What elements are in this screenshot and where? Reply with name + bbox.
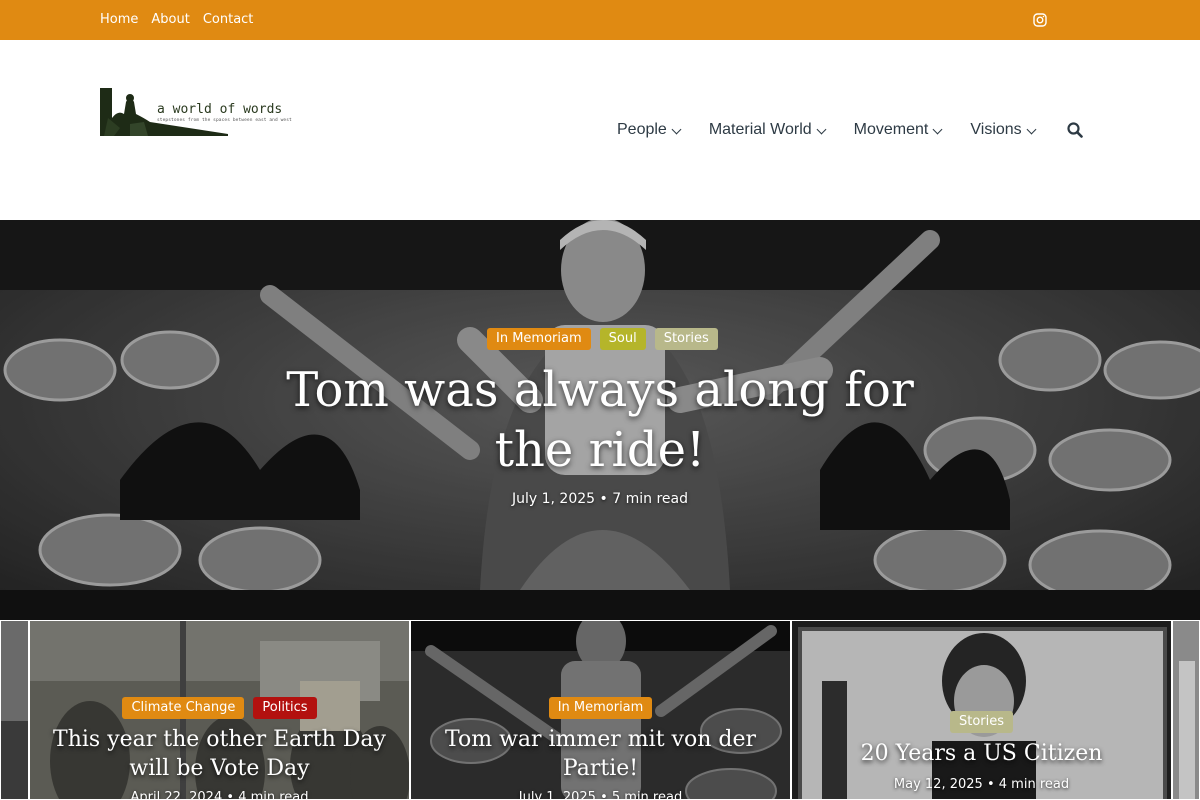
card-title[interactable]: This year the other Earth Day will be Vo… — [50, 725, 389, 783]
logo-tagline: stepstones from the spaces between east … — [157, 118, 292, 123]
carousel-prev-sliver[interactable] — [0, 620, 29, 800]
nav-item-label: Material World — [708, 121, 812, 138]
read-time: 4 min read — [238, 790, 309, 800]
tag-soul[interactable]: Soul — [599, 328, 646, 350]
card-title[interactable]: 20 Years a US Citizen — [812, 739, 1151, 768]
post-date: July 1, 2025 — [518, 790, 596, 800]
main-nav: People Material World Movement Visions — [617, 121, 1064, 139]
meta-separator: • — [226, 790, 239, 800]
logo-title: a world of words — [157, 102, 283, 117]
tag-climate-change[interactable]: Climate Change — [122, 697, 245, 719]
card-meta: July 1, 2025 • 5 min read — [411, 790, 790, 800]
post-card[interactable]: Climate Change Politics This year the ot… — [29, 620, 410, 800]
meta-separator: • — [986, 777, 999, 792]
post-carousel: Climate Change Politics This year the ot… — [0, 620, 1200, 800]
chevron-down-icon — [1026, 124, 1037, 134]
card-tags: In Memoriam — [411, 697, 790, 719]
top-link-contact[interactable]: Contact — [203, 12, 254, 27]
card-title[interactable]: Tom war immer mit von der Partie! — [431, 725, 770, 783]
meta-separator: • — [600, 790, 612, 800]
chevron-down-icon — [816, 124, 827, 134]
nav-item-material-world[interactable]: Material World — [708, 121, 827, 139]
site-logo[interactable]: a world of words stepstones from the spa… — [100, 88, 292, 136]
card-overlay — [792, 621, 1171, 799]
top-links: Home About Contact — [100, 12, 253, 27]
nav-item-visions[interactable]: Visions — [970, 121, 1037, 139]
card-meta: April 22, 2024 • 4 min read — [30, 790, 409, 800]
top-link-home[interactable]: Home — [100, 12, 138, 27]
nav-item-label: Movement — [853, 121, 929, 138]
tag-in-memoriam[interactable]: In Memoriam — [487, 328, 591, 350]
tag-stories[interactable]: Stories — [949, 711, 1014, 733]
post-date: April 22, 2024 — [130, 790, 223, 800]
post-date: May 12, 2025 — [893, 777, 983, 792]
hero-title[interactable]: Tom was always along for the ride! — [250, 360, 950, 480]
nav-item-label: Visions — [970, 121, 1022, 138]
read-time: 4 min read — [998, 777, 1070, 792]
card-tags: Climate Change Politics — [30, 697, 409, 719]
instagram-icon[interactable] — [1033, 13, 1047, 27]
post-card[interactable]: Stories 20 Years a US Citizen May 12, 20… — [791, 620, 1172, 800]
nav-item-label: People — [617, 121, 667, 138]
post-date: July 1, 2025 — [512, 491, 596, 507]
top-bar: Home About Contact — [0, 0, 1200, 40]
site-header: a world of words stepstones from the spa… — [0, 40, 1200, 220]
post-card[interactable]: In Memoriam Tom war immer mit von der Pa… — [410, 620, 791, 800]
hero-featured-post[interactable]: In Memoriam Soul Stories Tom was always … — [0, 220, 1200, 620]
card-meta: May 12, 2025 • 4 min read — [792, 777, 1171, 792]
top-link-about[interactable]: About — [151, 12, 189, 27]
chevron-down-icon — [932, 124, 943, 134]
chevron-down-icon — [671, 124, 682, 134]
read-time: 5 min read — [611, 790, 683, 800]
tag-in-memoriam[interactable]: In Memoriam — [548, 697, 653, 719]
search-icon[interactable] — [1067, 122, 1083, 138]
meta-separator: • — [599, 491, 613, 507]
hero-meta: July 1, 2025 • 7 min read — [0, 491, 1200, 507]
carousel-next-sliver[interactable] — [1172, 620, 1200, 800]
nav-item-movement[interactable]: Movement — [853, 121, 943, 139]
tag-stories[interactable]: Stories — [654, 328, 718, 350]
nav-item-people[interactable]: People — [617, 121, 682, 139]
tag-politics[interactable]: Politics — [253, 697, 317, 719]
read-time: 7 min read — [612, 491, 688, 507]
hero-tags: In Memoriam Soul Stories — [487, 328, 718, 350]
card-tags: Stories — [792, 711, 1171, 733]
